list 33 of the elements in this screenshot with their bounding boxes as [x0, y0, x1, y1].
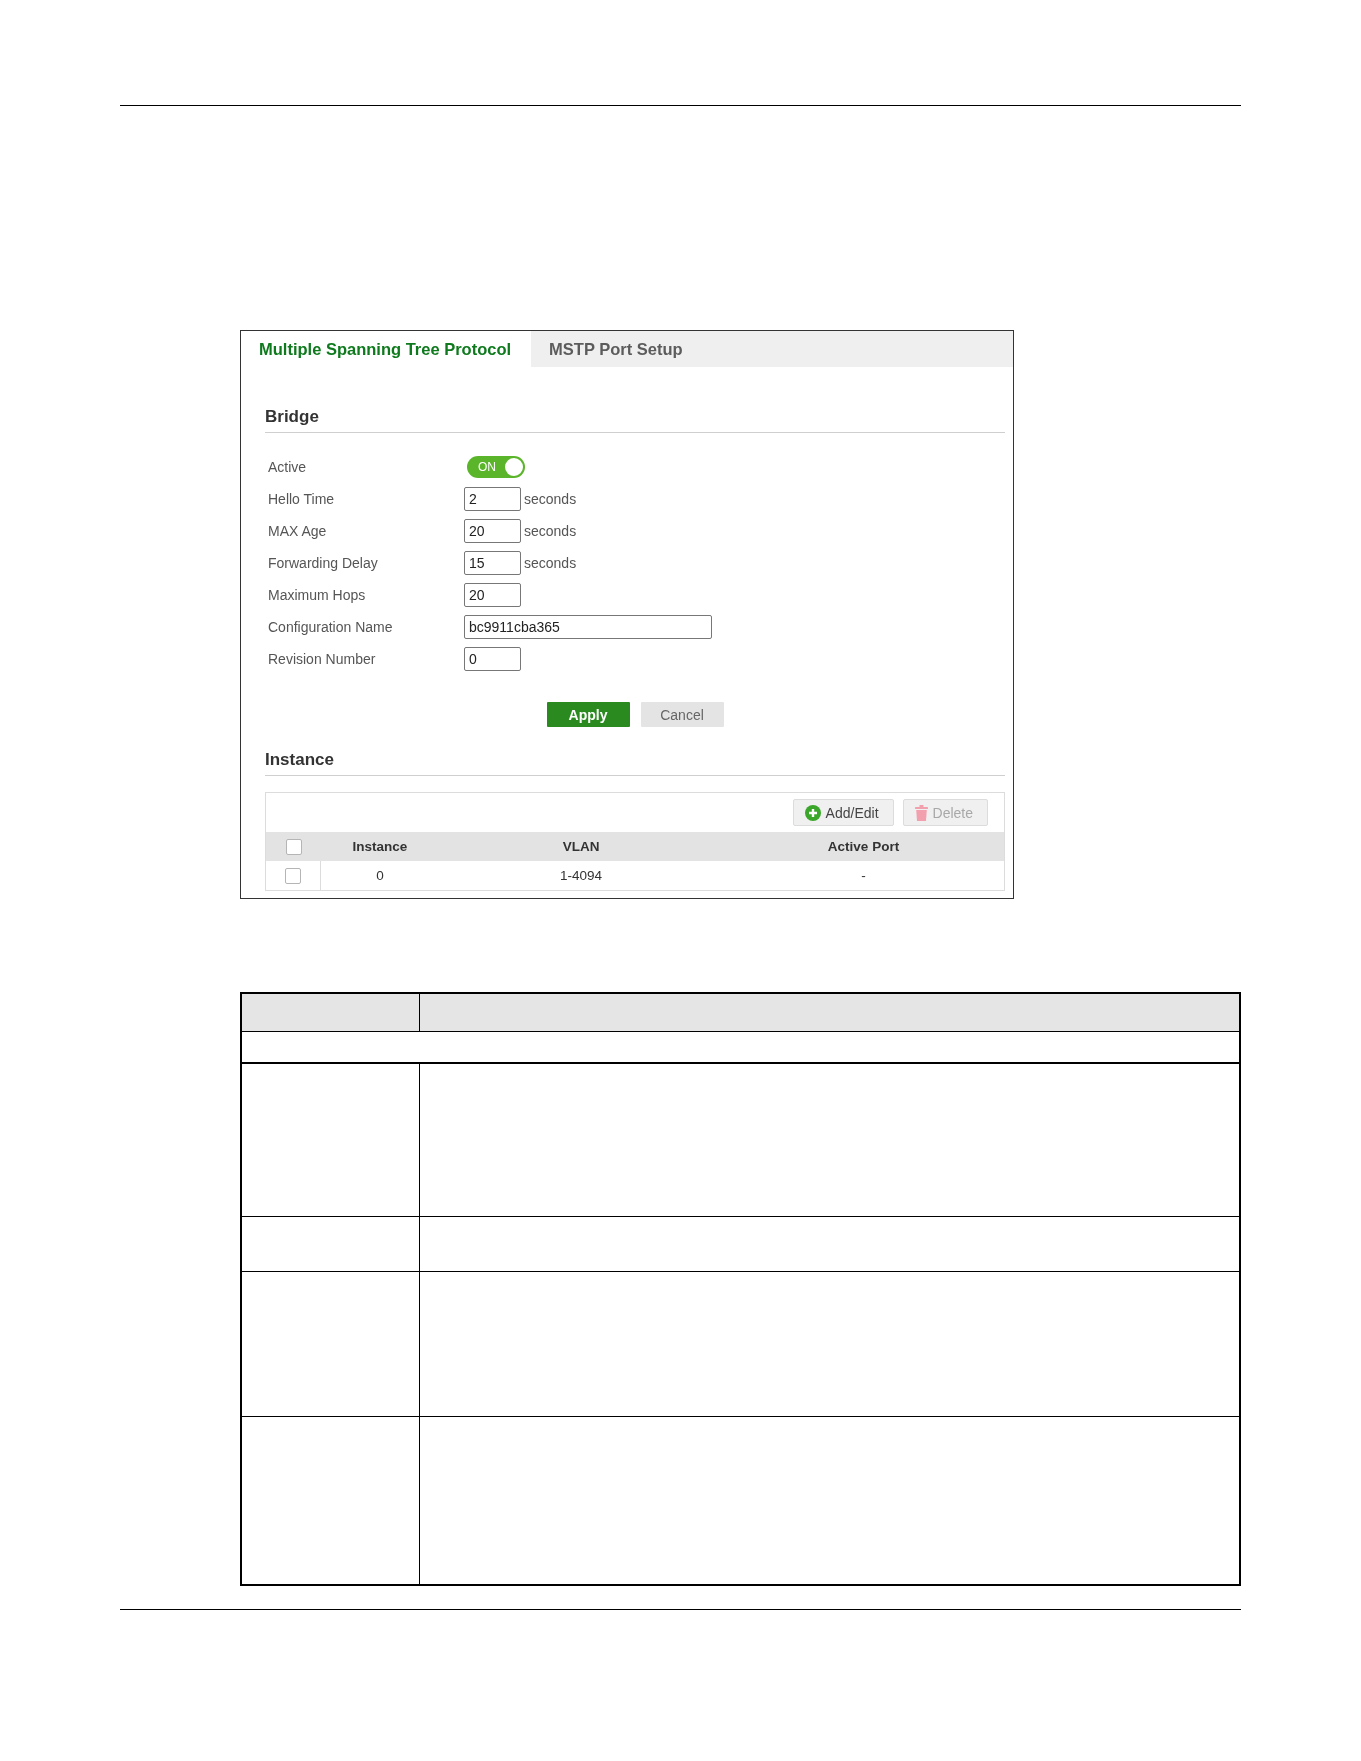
apply-button[interactable]: Apply	[546, 702, 630, 727]
unit-label: seconds	[524, 555, 577, 571]
column-header: VLAN	[561, 838, 601, 856]
table-cell-text: -	[860, 867, 867, 885]
checkbox[interactable]	[285, 867, 301, 884]
unit-label: seconds	[524, 523, 577, 539]
input-field[interactable]: 15	[464, 551, 521, 575]
unit-label: seconds	[524, 491, 577, 507]
field-label: Configuration Name	[267, 619, 394, 635]
input-field[interactable]: 20	[464, 583, 521, 607]
field-label: Maximum Hops	[267, 587, 367, 603]
plus-circle-icon	[804, 804, 821, 821]
add-edit-button[interactable]: Add/Edit	[792, 799, 894, 826]
table-cell-text: 1-4094	[558, 867, 603, 885]
input-field[interactable]: bc9911cba365	[464, 615, 712, 639]
trash-icon	[914, 804, 928, 821]
field-label: Active	[267, 459, 308, 475]
field-label: Forwarding Delay	[267, 555, 379, 571]
table-cell-text: 0	[375, 867, 385, 885]
section-title: Bridge	[265, 407, 1005, 433]
field-label: Hello Time	[267, 491, 336, 507]
section-title: Instance	[265, 750, 1005, 776]
input-field[interactable]: 20	[464, 519, 521, 543]
field-label: Revision Number	[267, 651, 377, 667]
column-header: Active Port	[826, 838, 901, 856]
input-field[interactable]: 2	[464, 487, 521, 511]
field-label: MAX Age	[267, 523, 328, 539]
input-field[interactable]: 0	[464, 647, 521, 671]
tab[interactable]: Multiple Spanning Tree Protocol	[241, 331, 532, 367]
cancel-button[interactable]: Cancel	[640, 702, 724, 727]
checkbox[interactable]	[285, 838, 302, 855]
tab[interactable]: MSTP Port Setup	[531, 331, 703, 367]
column-header: Instance	[351, 838, 409, 856]
